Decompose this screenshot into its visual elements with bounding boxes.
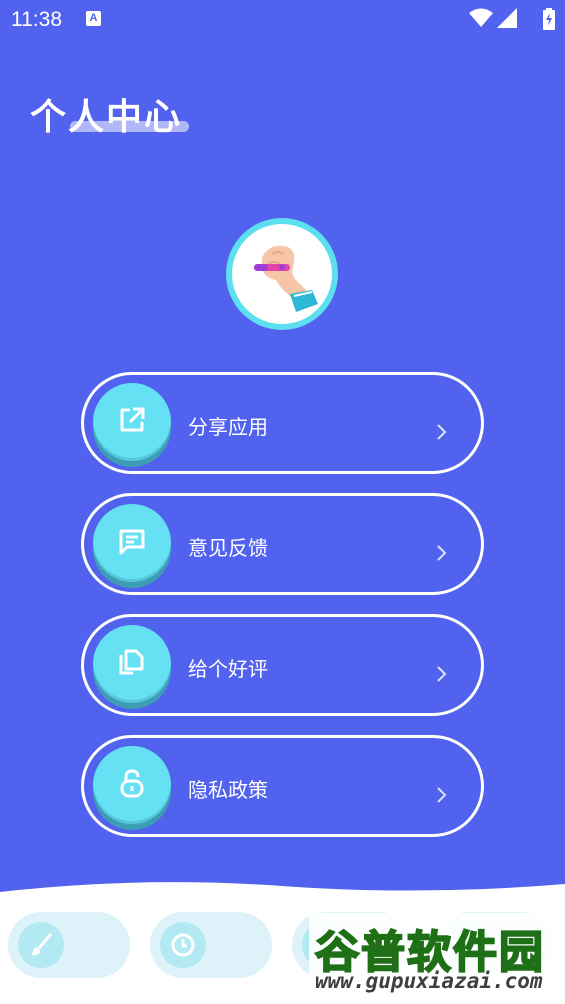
menu-item-label: 隐私政策 — [188, 778, 268, 802]
clock-icon — [171, 933, 195, 957]
lock-icon — [120, 769, 144, 798]
chevron-right-icon — [437, 424, 447, 440]
share-icon — [120, 407, 145, 432]
menu-item-feedback[interactable]: 意见反馈 — [81, 493, 484, 595]
notification-app-icon: A — [86, 11, 101, 26]
privacy-button-circle — [93, 746, 171, 824]
brush-icon — [31, 933, 52, 956]
avatar-image — [232, 224, 332, 324]
chevron-right-icon — [437, 545, 447, 561]
menu-item-share-app[interactable]: 分享应用 — [81, 372, 484, 474]
message-icon — [119, 529, 145, 555]
battery-icon — [543, 8, 555, 30]
status-bar: 11:38 A — [0, 0, 565, 38]
feedback-button-circle — [93, 504, 171, 582]
chevron-right-icon — [437, 787, 447, 803]
watermark: 谷普软件园 www.gupuxiazai.com — [309, 913, 559, 999]
menu-item-label: 给个好评 — [188, 657, 268, 681]
menu-item-label: 意见反馈 — [188, 536, 268, 560]
bottom-tab-brush[interactable] — [8, 912, 130, 978]
copy-icon — [119, 649, 144, 675]
menu-item-privacy-policy[interactable]: 隐私政策 — [81, 735, 484, 837]
watermark-url: www.gupuxiazai.com — [315, 969, 543, 993]
menu-item-label: 分享应用 — [188, 415, 268, 439]
menu-item-rate-app[interactable]: 给个好评 — [81, 614, 484, 716]
page-title: 个人中心 — [30, 97, 183, 138]
share-button-circle — [93, 383, 171, 461]
hand-pen-icon — [254, 245, 318, 312]
chevron-right-icon — [437, 666, 447, 682]
bottom-tab-history[interactable] — [150, 912, 272, 978]
status-time: 11:38 — [11, 8, 62, 31]
wifi-icon — [469, 8, 493, 27]
avatar[interactable] — [226, 218, 338, 330]
rate-button-circle — [93, 625, 171, 703]
signal-icon — [497, 8, 517, 28]
